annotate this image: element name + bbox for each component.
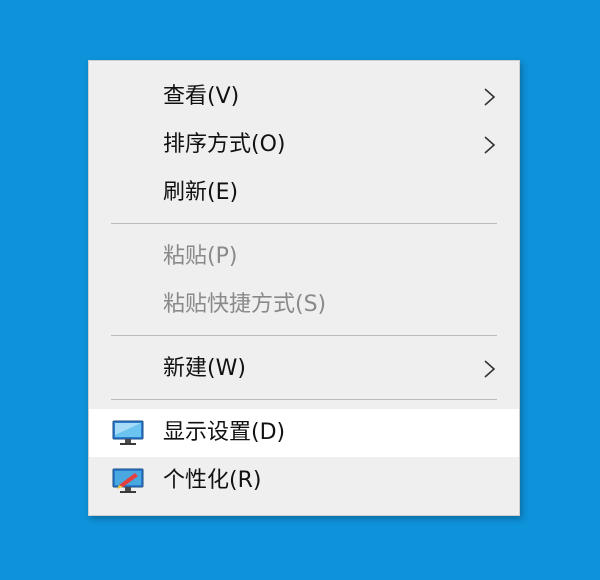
menu-separator [111, 335, 497, 336]
menu-item-personalize-label: 个性化(R) [163, 468, 262, 493]
menu-item-paste-shortcut-label: 粘贴快捷方式(S) [163, 292, 327, 317]
menu-item-new[interactable]: 新建(W) [89, 345, 519, 393]
menu-item-display-settings-label: 显示设置(D) [163, 420, 286, 445]
menu-item-display-settings[interactable]: 显示设置(D) [89, 409, 519, 457]
menu-item-sort-by-label: 排序方式(O) [163, 132, 286, 157]
menu-item-refresh[interactable]: 刷新(E) [89, 169, 519, 217]
menu-item-sort-by[interactable]: 排序方式(O) [89, 121, 519, 169]
display-icon [112, 420, 144, 445]
menu-item-paste-label: 粘贴(P) [163, 244, 238, 269]
menu-item-paste: 粘贴(P) [89, 233, 519, 281]
menu-item-new-label: 新建(W) [163, 356, 246, 381]
menu-item-view[interactable]: 查看(V) [89, 73, 519, 121]
menu-item-paste-shortcut: 粘贴快捷方式(S) [89, 281, 519, 329]
desktop-context-menu: 查看(V) 排序方式(O) 刷新(E) 粘贴(P) 粘贴快捷方式(S) 新建(W… [88, 60, 520, 516]
chevron-right-icon [484, 360, 496, 378]
chevron-right-icon [484, 88, 496, 106]
personalize-icon [112, 468, 144, 493]
menu-item-view-label: 查看(V) [163, 84, 240, 109]
menu-item-refresh-label: 刷新(E) [163, 180, 239, 205]
menu-separator [111, 399, 497, 400]
chevron-right-icon [484, 136, 496, 154]
menu-item-personalize[interactable]: 个性化(R) [89, 457, 519, 505]
menu-separator [111, 223, 497, 224]
